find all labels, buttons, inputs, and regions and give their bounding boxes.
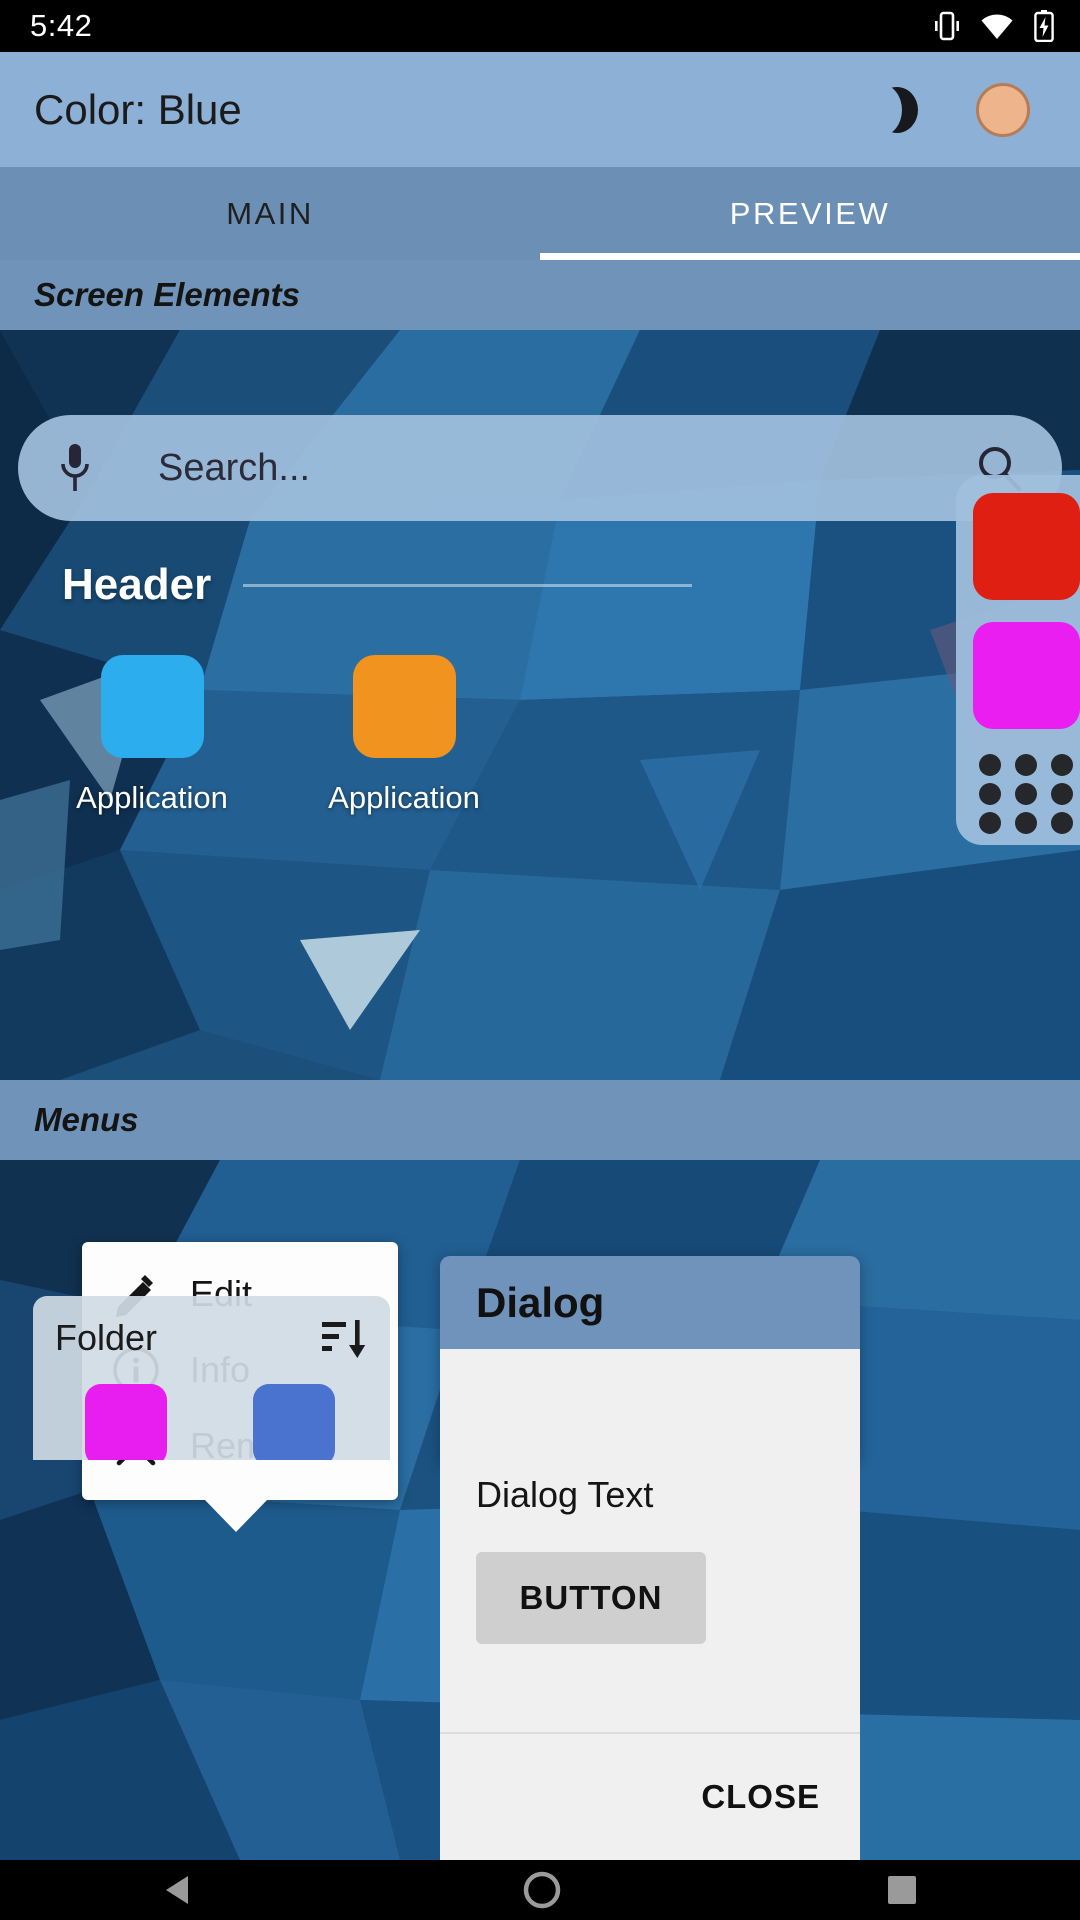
battery-charging-icon (1034, 10, 1054, 42)
folder-item-icon[interactable] (85, 1384, 167, 1460)
folder-item-icon[interactable] (253, 1384, 335, 1460)
dialog-text: Dialog Text (476, 1474, 654, 1515)
app-bar-actions (860, 82, 1046, 137)
search-bar[interactable]: Search... (18, 415, 1062, 521)
folder-widget[interactable]: Folder (33, 1296, 390, 1460)
folder-header: Folder (55, 1314, 368, 1362)
dialog-footer: CLOSE (440, 1732, 860, 1860)
page-title: Color: Blue (34, 85, 242, 133)
dock-icon-tile[interactable] (972, 493, 1080, 600)
vibrate-icon (935, 11, 959, 41)
app-icon-tile[interactable] (100, 655, 204, 758)
tab-bar: MAIN PREVIEW (0, 167, 1080, 260)
section-header-screen-elements: Screen Elements (0, 260, 1080, 330)
dialog-body: Dialog Text BUTTON (440, 1460, 860, 1732)
microphone-icon[interactable] (56, 440, 94, 496)
search-input-placeholder[interactable]: Search... (94, 447, 974, 490)
folder-items (55, 1384, 368, 1460)
app-bar: Color: Blue (0, 52, 1080, 167)
home-header-label: Header (62, 560, 212, 609)
wifi-icon (981, 14, 1013, 39)
status-bar-clock: 5:42 (30, 8, 93, 43)
status-bar-icons (934, 10, 1054, 42)
folder-title: Folder (55, 1317, 158, 1358)
app-shortcut[interactable]: Application (62, 655, 242, 816)
dialog-action-button[interactable]: BUTTON (476, 1552, 706, 1644)
dialog-close-button[interactable]: CLOSE (701, 1778, 820, 1816)
color-swatch-button[interactable] (976, 82, 1030, 137)
app-grid-icon[interactable] (973, 751, 1080, 837)
section-header-menus: Menus (0, 1080, 1080, 1160)
app-icon-tile[interactable] (352, 655, 456, 758)
app-label: Application (76, 780, 228, 815)
moon-icon[interactable] (860, 83, 918, 136)
home-dock-panel (956, 475, 1080, 845)
back-triangle-icon[interactable] (160, 1870, 200, 1910)
tab-main[interactable]: MAIN (0, 167, 540, 260)
app-shortcut[interactable]: Application (314, 655, 494, 816)
dialog-window: Dialog (440, 1256, 860, 1460)
dock-icon-tile[interactable] (972, 622, 1080, 729)
home-header-divider (243, 583, 692, 587)
recents-square-icon[interactable] (884, 1872, 920, 1908)
app-label: Application (328, 780, 480, 815)
dialog-body-top (440, 1349, 860, 1460)
sort-descending-icon[interactable] (320, 1314, 368, 1362)
home-app-row: Application Application (62, 655, 494, 816)
tab-preview[interactable]: PREVIEW (540, 167, 1080, 260)
home-circle-icon[interactable] (521, 1869, 563, 1911)
dialog-title: Dialog (440, 1256, 860, 1349)
system-nav-bar (0, 1860, 1080, 1920)
status-bar: 5:42 (0, 0, 1080, 52)
home-header-row: Header (62, 560, 692, 610)
popup-menu-tail (204, 1499, 268, 1532)
